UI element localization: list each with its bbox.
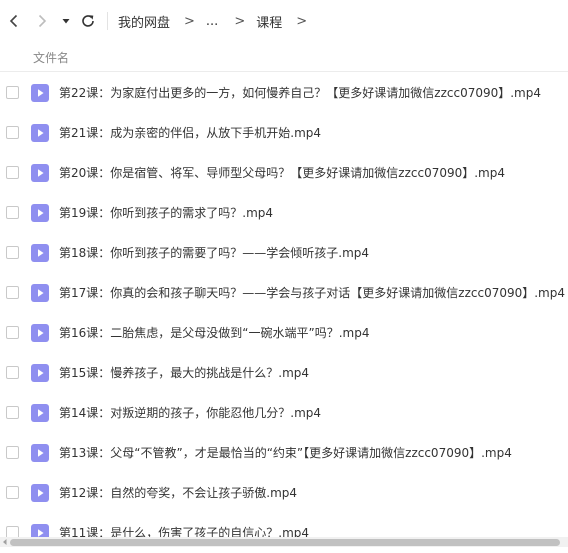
file-row[interactable]: 第14课：对叛逆期的孩子，你能忍他几分？.mp4 xyxy=(0,393,568,433)
chevron-right-icon xyxy=(38,14,47,28)
file-row[interactable]: 第19课：你听到孩子的需求了吗？.mp4 xyxy=(0,193,568,233)
video-file-icon xyxy=(31,124,49,142)
file-name[interactable]: 第17课：你真的会和孩子聊天吗？——学会与孩子对话【更多好课请加微信zzcc07… xyxy=(59,284,565,302)
file-row[interactable]: 第16课：二胎焦虑，是父母没做到“一碗水端平”吗？.mp4 xyxy=(0,313,568,353)
file-name[interactable]: 第18课：你听到孩子的需要了吗？——学会倾听孩子.mp4 xyxy=(59,244,369,262)
row-checkbox[interactable] xyxy=(6,246,19,259)
row-checkbox[interactable] xyxy=(6,206,19,219)
file-name[interactable]: 第14课：对叛逆期的孩子，你能忍他几分？.mp4 xyxy=(59,404,321,422)
forward-button[interactable] xyxy=(32,11,52,31)
breadcrumb-separator: > xyxy=(296,13,308,29)
row-checkbox[interactable] xyxy=(6,166,19,179)
file-name[interactable]: 第22课：为家庭付出更多的一方，如何慢养自己？【更多好课请加微信zzcc0709… xyxy=(59,84,541,102)
file-list-header: 文件名 xyxy=(0,42,568,72)
row-checkbox[interactable] xyxy=(6,366,19,379)
file-row[interactable]: 第18课：你听到孩子的需要了吗？——学会倾听孩子.mp4 xyxy=(0,233,568,273)
video-file-icon xyxy=(31,204,49,222)
file-name[interactable]: 第12课：自然的夸奖，不会让孩子骄傲.mp4 xyxy=(59,484,297,502)
file-row[interactable]: 第22课：为家庭付出更多的一方，如何慢养自己？【更多好课请加微信zzcc0709… xyxy=(0,73,568,113)
breadcrumb-root[interactable]: 我的网盘 xyxy=(118,12,170,31)
file-name[interactable]: 第15课：慢养孩子，最大的挑战是什么？.mp4 xyxy=(59,364,309,382)
file-row[interactable]: 第15课：慢养孩子，最大的挑战是什么？.mp4 xyxy=(0,353,568,393)
video-file-icon xyxy=(31,244,49,262)
row-checkbox[interactable] xyxy=(6,326,19,339)
file-name[interactable]: 第13课：父母“不管教”，才是最恰当的“约束”【更多好课请加微信zzcc0709… xyxy=(59,444,512,462)
file-row[interactable]: 第21课：成为亲密的伴侣，从放下手机开始.mp4 xyxy=(0,113,568,153)
breadcrumb-current[interactable]: 课程 xyxy=(256,12,282,31)
breadcrumb-ellipsis[interactable]: ... xyxy=(206,14,218,29)
video-file-icon xyxy=(31,484,49,502)
row-checkbox[interactable] xyxy=(6,446,19,459)
row-checkbox[interactable] xyxy=(6,86,19,99)
file-row[interactable]: 第11课：是什么，伤害了孩子的自信心？.mp4 xyxy=(0,513,568,553)
breadcrumb: 我的网盘 > ... > 课程 > xyxy=(118,0,318,42)
video-file-icon xyxy=(31,324,49,342)
refresh-button[interactable] xyxy=(78,11,98,31)
breadcrumb-separator: > xyxy=(184,13,195,29)
file-name[interactable]: 第20课：你是宿管、将军、导师型父母吗？【更多好课请加微信zzcc07090】.… xyxy=(59,164,505,182)
video-file-icon xyxy=(31,284,49,302)
file-row[interactable]: 第13课：父母“不管教”，才是最恰当的“约束”【更多好课请加微信zzcc0709… xyxy=(0,433,568,473)
file-name[interactable]: 第19课：你听到孩子的需求了吗？.mp4 xyxy=(59,204,273,222)
scroll-left-icon[interactable] xyxy=(1,538,9,546)
back-button[interactable] xyxy=(4,11,24,31)
scrollbar-thumb[interactable] xyxy=(10,539,560,546)
row-checkbox[interactable] xyxy=(6,406,19,419)
caret-down-icon xyxy=(62,19,70,24)
video-file-icon xyxy=(31,84,49,102)
file-row[interactable]: 第17课：你真的会和孩子聊天吗？——学会与孩子对话【更多好课请加微信zzcc07… xyxy=(0,273,568,313)
row-checkbox[interactable] xyxy=(6,486,19,499)
video-file-icon xyxy=(31,444,49,462)
file-name[interactable]: 第21课：成为亲密的伴侣，从放下手机开始.mp4 xyxy=(59,124,321,142)
video-file-icon xyxy=(31,404,49,422)
toolbar-divider xyxy=(107,12,108,30)
file-row[interactable]: 第12课：自然的夸奖，不会让孩子骄傲.mp4 xyxy=(0,473,568,513)
horizontal-scrollbar[interactable] xyxy=(0,537,568,547)
video-file-icon xyxy=(31,364,49,382)
history-dropdown-button[interactable] xyxy=(58,13,74,29)
file-row[interactable]: 第20课：你是宿管、将军、导师型父母吗？【更多好课请加微信zzcc07090】.… xyxy=(0,153,568,193)
row-checkbox[interactable] xyxy=(6,126,19,139)
navigation-toolbar: 我的网盘 > ... > 课程 > xyxy=(0,0,568,42)
breadcrumb-separator: > xyxy=(234,13,246,29)
chevron-left-icon xyxy=(9,14,18,28)
file-name[interactable]: 第16课：二胎焦虑，是父母没做到“一碗水端平”吗？.mp4 xyxy=(59,324,369,342)
column-header-filename[interactable]: 文件名 xyxy=(33,49,69,66)
row-checkbox[interactable] xyxy=(6,286,19,299)
video-file-icon xyxy=(31,164,49,182)
refresh-icon xyxy=(82,15,94,27)
